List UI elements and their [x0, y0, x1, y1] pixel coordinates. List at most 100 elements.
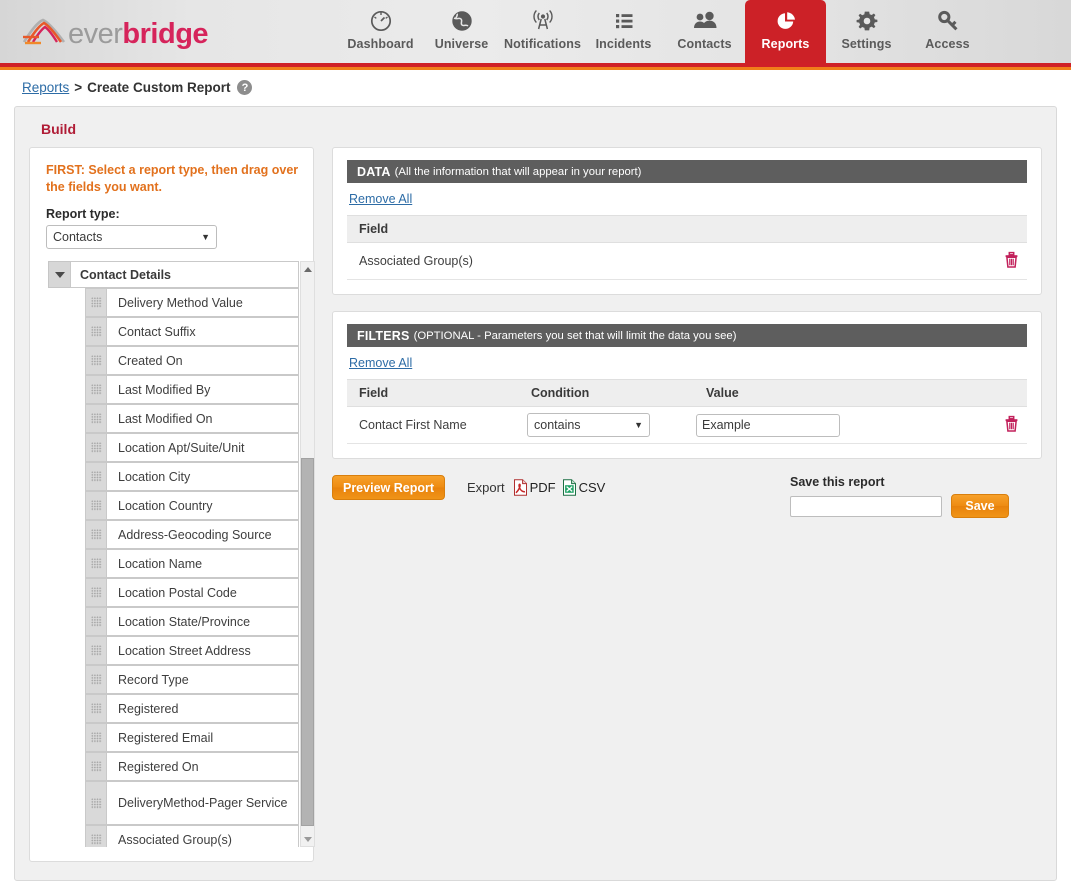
field-list-item[interactable]: Associated Group(s) [85, 825, 299, 847]
grip-dots-icon [91, 732, 102, 743]
drag-handle-icon[interactable] [85, 607, 106, 636]
nav-label-reports: Reports [762, 37, 810, 51]
data-table: Field Associated Group(s) [347, 215, 1027, 280]
drag-handle-icon[interactable] [85, 694, 106, 723]
drag-handle-icon[interactable] [85, 636, 106, 665]
everbridge-logo[interactable]: everbridge [22, 16, 208, 52]
drag-handle-icon[interactable] [85, 825, 106, 847]
table-row: Contact First Name contains ▼ [347, 407, 1027, 444]
report-type-select[interactable]: Contacts ▼ [46, 225, 217, 249]
field-list-item[interactable]: Delivery Method Value [85, 288, 299, 317]
drag-handle-icon[interactable] [85, 346, 106, 375]
drag-handle-icon[interactable] [85, 404, 106, 433]
drag-handle-icon[interactable] [85, 781, 106, 825]
field-list-item[interactable]: DeliveryMethod-Pager Service [85, 781, 299, 825]
drag-handle-icon[interactable] [85, 462, 106, 491]
filter-condition-select[interactable]: contains ▼ [527, 413, 650, 437]
filter-row-field: Contact First Name [347, 407, 519, 444]
grip-dots-icon [91, 761, 102, 772]
field-list-item-label: Registered Email [106, 723, 299, 752]
export-pdf-link[interactable]: PDF [513, 479, 556, 496]
field-list-item[interactable]: Location Apt/Suite/Unit [85, 433, 299, 462]
nav-item-notifications[interactable]: Notifications [502, 0, 583, 63]
key-icon [936, 7, 960, 34]
nav-item-access[interactable]: Access [907, 0, 988, 63]
field-list-item[interactable]: Record Type [85, 665, 299, 694]
field-list-item[interactable]: Last Modified On [85, 404, 299, 433]
field-list-scrollbar[interactable] [300, 261, 315, 847]
drag-handle-icon[interactable] [85, 288, 106, 317]
drag-handle-icon[interactable] [85, 723, 106, 752]
data-column-actions [983, 216, 1027, 243]
nav-item-reports[interactable]: Reports [745, 0, 826, 63]
breadcrumb: Reports > Create Custom Report ? [0, 70, 1071, 103]
field-list-item-label: Delivery Method Value [106, 288, 299, 317]
field-list-item[interactable]: Location Postal Code [85, 578, 299, 607]
report-type-value: Contacts [53, 230, 102, 244]
nav-item-dashboard[interactable]: Dashboard [340, 0, 421, 63]
field-list-item[interactable]: Location Country [85, 491, 299, 520]
save-report-group: Save this report Save [790, 475, 1020, 518]
drag-handle-icon[interactable] [85, 578, 106, 607]
field-list-item-label: Contact Suffix [106, 317, 299, 346]
trash-icon[interactable] [1004, 251, 1019, 268]
field-list-item[interactable]: Contact Suffix [85, 317, 299, 346]
nav-item-incidents[interactable]: Incidents [583, 0, 664, 63]
everbridge-logo-mark [22, 17, 66, 52]
logo-text-ever: ever [68, 18, 122, 50]
data-section-title: DATA [357, 165, 391, 179]
drag-handle-icon[interactable] [85, 665, 106, 694]
save-button[interactable]: Save [951, 494, 1009, 518]
scrollbar-thumb[interactable] [301, 458, 314, 826]
grip-dots-icon [91, 529, 102, 540]
arrow-down-icon [304, 837, 312, 842]
export-csv-link[interactable]: CSV [562, 479, 606, 496]
scroll-down-arrow[interactable] [301, 832, 314, 846]
csv-label: CSV [579, 480, 606, 495]
nav-item-universe[interactable]: Universe [421, 0, 502, 63]
drag-handle-icon[interactable] [85, 549, 106, 578]
field-list-item[interactable]: Address-Geocoding Source [85, 520, 299, 549]
people-icon [692, 7, 718, 34]
drag-handle-icon[interactable] [85, 752, 106, 781]
filters-section-title: FILTERS [357, 329, 410, 343]
field-list-item[interactable]: Location Name [85, 549, 299, 578]
field-list-item[interactable]: Location City [85, 462, 299, 491]
field-list-item[interactable]: Location Street Address [85, 636, 299, 665]
field-list-item-label: Location Country [106, 491, 299, 520]
field-list-item[interactable]: Location State/Province [85, 607, 299, 636]
field-list-item[interactable]: Registered Email [85, 723, 299, 752]
drag-handle-icon[interactable] [85, 433, 106, 462]
field-tree: Contact Details Delivery Method ValueCon… [48, 261, 299, 847]
field-group-header[interactable]: Contact Details [70, 261, 299, 288]
preview-report-button[interactable]: Preview Report [332, 475, 445, 500]
field-list-item[interactable]: Last Modified By [85, 375, 299, 404]
filter-value-input[interactable] [696, 414, 840, 437]
drag-handle-icon[interactable] [85, 317, 106, 346]
instruction-text: FIRST: Select a report type, then drag o… [46, 162, 299, 195]
everbridge-wordmark: everbridge [68, 20, 208, 49]
drag-handle-icon[interactable] [85, 520, 106, 549]
scroll-up-arrow[interactable] [301, 262, 314, 276]
broadcast-tower-icon [530, 7, 556, 34]
drag-handle-icon[interactable] [85, 375, 106, 404]
field-list-item-label: Location Postal Code [106, 578, 299, 607]
field-tree-body: Contact Details Delivery Method ValueCon… [70, 261, 299, 847]
collapse-group-toggle[interactable] [48, 261, 70, 288]
gauge-icon [369, 7, 393, 34]
save-report-name-input[interactable] [790, 496, 942, 517]
field-list-item[interactable]: Created On [85, 346, 299, 375]
help-icon[interactable]: ? [237, 80, 252, 95]
trash-icon[interactable] [1004, 415, 1019, 432]
pdf-label: PDF [530, 480, 556, 495]
field-list-item[interactable]: Registered [85, 694, 299, 723]
data-remove-all-link[interactable]: Remove All [349, 192, 412, 206]
nav-item-settings[interactable]: Settings [826, 0, 907, 63]
breadcrumb-link-reports[interactable]: Reports [22, 80, 69, 95]
field-list-item[interactable]: Registered On [85, 752, 299, 781]
filters-remove-all-link[interactable]: Remove All [349, 356, 412, 370]
nav-label-universe: Universe [435, 37, 489, 51]
nav-item-contacts[interactable]: Contacts [664, 0, 745, 63]
data-column-field: Field [347, 216, 983, 243]
drag-handle-icon[interactable] [85, 491, 106, 520]
